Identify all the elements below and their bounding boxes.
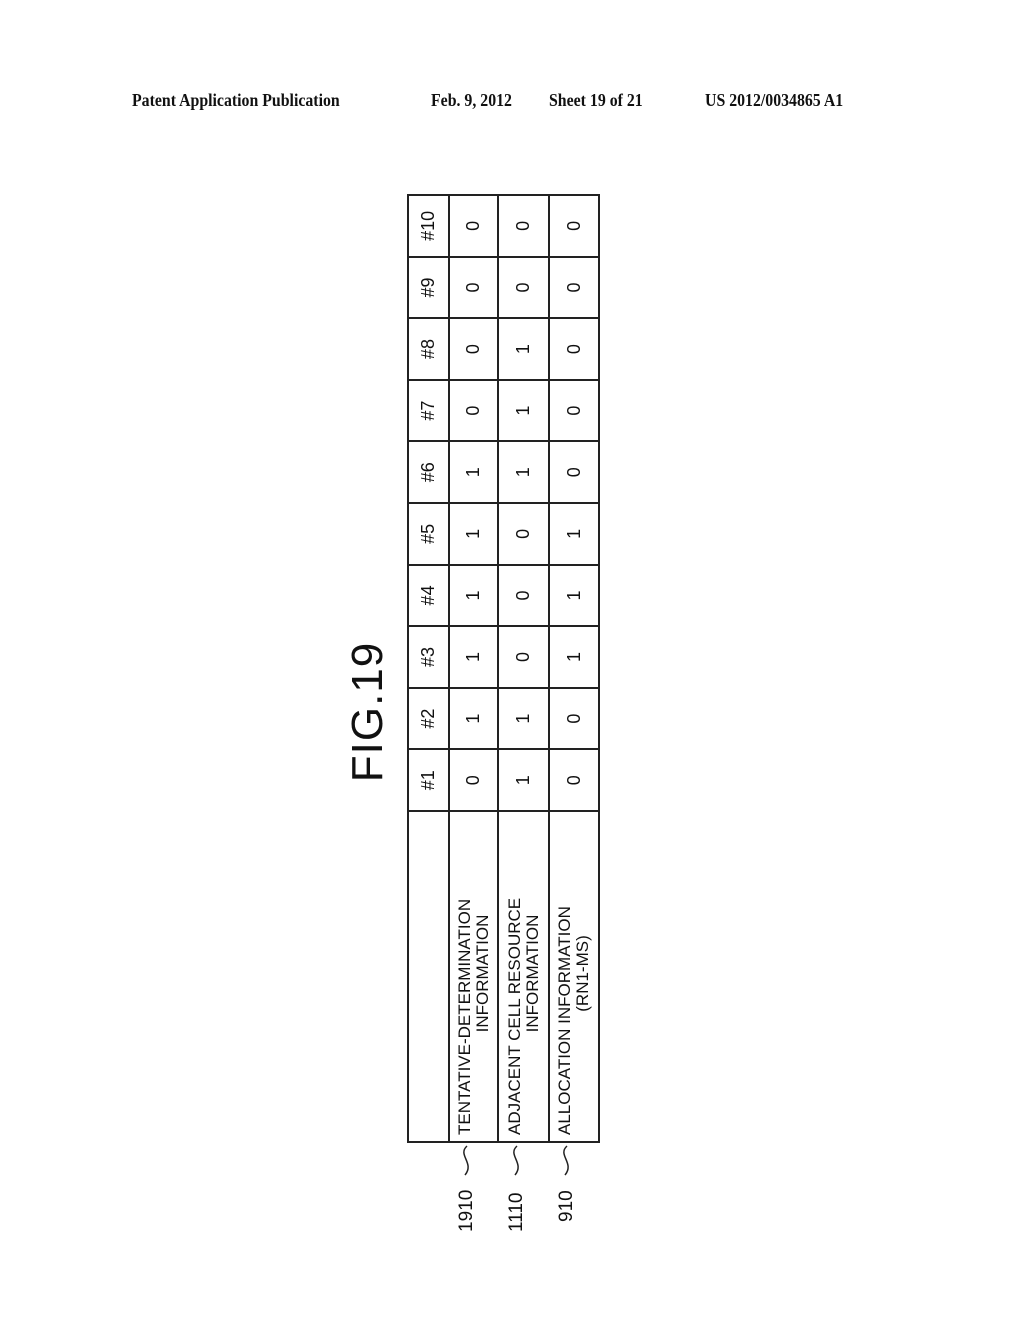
- row-label: TENTATIVE-DETERMINATION INFORMATION: [449, 811, 498, 1142]
- table-cell: 0: [549, 379, 599, 442]
- row-label-line1: ADJACENT CELL RESOURCE: [504, 897, 524, 1135]
- table-cell: 1: [549, 564, 599, 627]
- reference-numeral: 1110: [506, 1192, 527, 1232]
- table-cell: 1: [498, 749, 549, 811]
- table-cell: 1: [449, 626, 498, 688]
- table-cell: 1: [498, 687, 549, 750]
- sheet-number: Sheet 19 of 21: [549, 90, 643, 110]
- corner-cell: [408, 811, 449, 1142]
- table-row: ADJACENT CELL RESOURCE INFORMATION 1 1 0…: [498, 195, 549, 1142]
- table-cell: 1: [498, 379, 549, 442]
- table-cell: 0: [549, 749, 599, 811]
- table-cell: 0: [449, 256, 498, 319]
- figure-table: #1 #2 #3 #4 #5 #6 #7 #8 #9 #10 TENTATIVE…: [407, 194, 600, 1143]
- table-cell: 1: [498, 318, 549, 380]
- table-cell: 0: [549, 195, 599, 257]
- table-cell: 1: [449, 503, 498, 565]
- row-label-line2: (RN1-MS): [573, 935, 592, 1012]
- row-label-line2: INFORMATION: [522, 914, 542, 1033]
- table-cell: 0: [449, 379, 498, 442]
- page-header: Patent Application Publication Feb. 9, 2…: [0, 90, 1024, 114]
- row-label-line2: INFORMATION: [472, 914, 492, 1033]
- table-cell: 0: [449, 318, 498, 380]
- table-row: ALLOCATION INFORMATION (RN1-MS) 0 0 1 1 …: [549, 195, 599, 1142]
- table-cell: 1: [549, 626, 599, 688]
- row-label-line1: ALLOCATION INFORMATION: [555, 906, 574, 1135]
- figure-title: FIG.19: [343, 641, 392, 783]
- column-header: #5: [408, 503, 449, 565]
- leader-1910: [463, 1145, 469, 1176]
- patent-number: US 2012/0034865 A1: [705, 90, 844, 110]
- table-cell: 1: [449, 441, 498, 504]
- row-label: ADJACENT CELL RESOURCE INFORMATION: [498, 811, 549, 1142]
- table-cell: 1: [549, 503, 599, 565]
- table-row: TENTATIVE-DETERMINATION INFORMATION 0 1 …: [449, 195, 498, 1142]
- table-cell: 1: [498, 441, 549, 504]
- publication-label: Patent Application Publication: [132, 90, 340, 110]
- table-cell: 1: [449, 564, 498, 627]
- table-cell: 0: [549, 318, 599, 380]
- table-cell: 0: [549, 441, 599, 504]
- table-cell: 0: [498, 256, 549, 319]
- row-label: ALLOCATION INFORMATION (RN1-MS): [549, 811, 599, 1142]
- table-cell: 0: [549, 256, 599, 319]
- column-header: #2: [408, 687, 449, 750]
- publication-date: Feb. 9, 2012: [431, 90, 512, 110]
- table-header-row: #1 #2 #3 #4 #5 #6 #7 #8 #9 #10: [408, 195, 449, 1142]
- table-cell: 1: [449, 687, 498, 750]
- column-header: #4: [408, 564, 449, 627]
- table-cell: 0: [449, 749, 498, 811]
- table-cell: 0: [498, 626, 549, 688]
- table-cell: 0: [449, 195, 498, 257]
- column-header: #1: [408, 749, 449, 811]
- reference-leaders: [463, 1145, 569, 1176]
- column-header: #9: [408, 256, 449, 319]
- reference-numeral: 910: [556, 1190, 577, 1222]
- column-header: #6: [408, 441, 449, 504]
- table-cell: 0: [498, 195, 549, 257]
- leader-910: [563, 1145, 569, 1176]
- leader-1110: [513, 1145, 519, 1176]
- table-cell: 0: [498, 564, 549, 627]
- reference-numeral: 1910: [456, 1189, 477, 1232]
- row-label-line1: TENTATIVE-DETERMINATION: [454, 898, 474, 1135]
- column-header: #3: [408, 626, 449, 688]
- column-header: #7: [408, 379, 449, 442]
- figure-table-wrapper: #1 #2 #3 #4 #5 #6 #7 #8 #9 #10 TENTATIVE…: [407, 194, 600, 1143]
- column-header: #8: [408, 318, 449, 380]
- table-cell: 0: [498, 503, 549, 565]
- column-header: #10: [408, 195, 449, 257]
- table-cell: 0: [549, 687, 599, 750]
